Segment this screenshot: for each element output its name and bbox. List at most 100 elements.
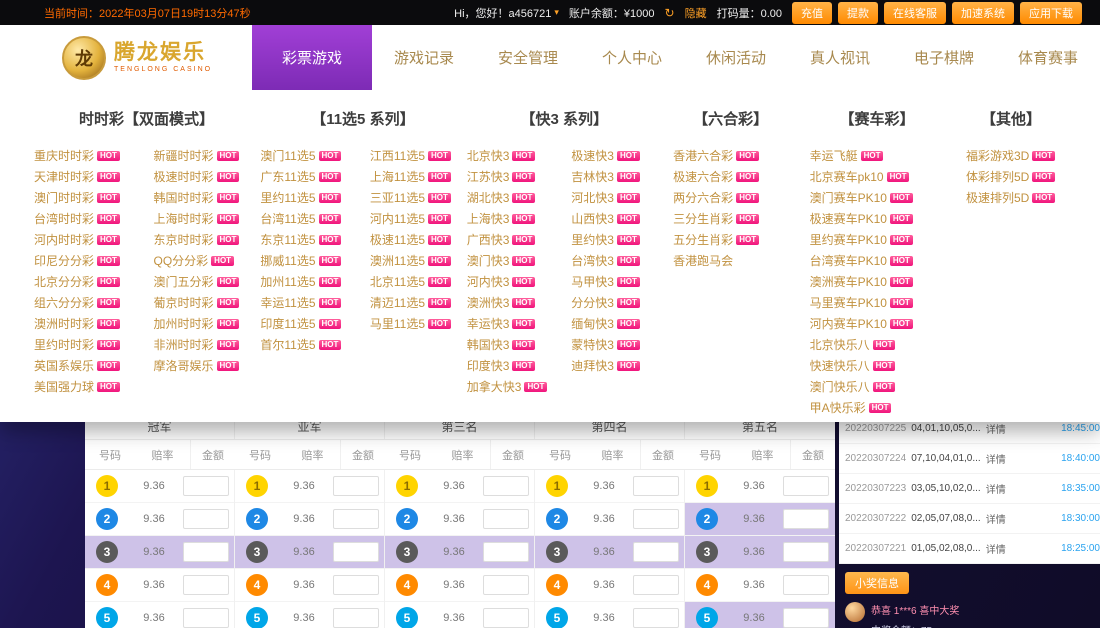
lottery-link[interactable]: 三亚11选5HOT (370, 189, 466, 206)
lottery-link[interactable]: 幸运11选5HOT (260, 294, 356, 311)
lottery-link[interactable]: 香港六合彩HOT (673, 147, 798, 164)
amount-input[interactable] (783, 476, 829, 496)
lottery-link[interactable]: 加拿大快3HOT (467, 378, 558, 395)
lottery-link[interactable]: 广东11选5HOT (260, 168, 356, 185)
lottery-link[interactable]: 五分生肖彩HOT (673, 231, 798, 248)
lottery-link[interactable]: 江苏快3HOT (467, 168, 558, 185)
bet-row[interactable]: 1 9.36 (235, 470, 384, 503)
bet-row[interactable]: 4 9.36 (535, 569, 684, 602)
lottery-link[interactable]: 北京分分彩HOT (34, 273, 140, 290)
lottery-link[interactable]: 北京快3HOT (467, 147, 558, 164)
amount-input[interactable] (483, 575, 529, 595)
amount-input[interactable] (783, 608, 829, 628)
logo[interactable]: 龙 腾龙娱乐 TENGLONG CASINO (62, 36, 252, 80)
amount-input[interactable] (183, 542, 229, 562)
lottery-link[interactable]: 吉林快3HOT (571, 168, 662, 185)
lottery-link[interactable]: 福彩游戏3DHOT (966, 147, 1066, 164)
bet-row[interactable]: 4 9.36 (85, 569, 234, 602)
nav-item[interactable]: 电子棋牌 (892, 25, 996, 90)
detail-link[interactable]: 详情 (986, 481, 1006, 496)
bet-row[interactable]: 2 9.36 (685, 503, 835, 536)
lottery-link[interactable]: 两分六合彩HOT (673, 189, 798, 206)
amount-input[interactable] (183, 575, 229, 595)
nav-item[interactable]: 游戏记录 (372, 25, 476, 90)
lottery-link[interactable]: 河内赛车PK10HOT (810, 315, 955, 332)
amount-input[interactable] (633, 509, 679, 529)
amount-input[interactable] (333, 476, 379, 496)
amount-input[interactable] (633, 476, 679, 496)
amount-input[interactable] (333, 542, 379, 562)
lottery-link[interactable]: 印尼分分彩HOT (34, 252, 140, 269)
lottery-link[interactable]: 缅甸快3HOT (571, 315, 662, 332)
lottery-link[interactable]: 广西快3HOT (467, 231, 558, 248)
lottery-link[interactable]: 澳门赛车PK10HOT (810, 189, 955, 206)
lottery-link[interactable]: 迪拜快3HOT (571, 357, 662, 374)
lottery-link[interactable]: 体彩排列5DHOT (966, 168, 1066, 185)
lottery-link[interactable]: 蒙特快3HOT (571, 336, 662, 353)
lottery-link[interactable]: 挪威11选5HOT (260, 252, 356, 269)
topbar-button[interactable]: 提款 (838, 2, 878, 24)
lottery-link[interactable]: 北京11选5HOT (370, 273, 466, 290)
lottery-link[interactable]: 马里11选5HOT (370, 315, 466, 332)
lottery-link[interactable]: 台湾时时彩HOT (34, 210, 140, 227)
lottery-link[interactable]: 东京11选5HOT (260, 231, 356, 248)
bet-row[interactable]: 2 9.36 (535, 503, 684, 536)
lottery-link[interactable]: 极速快3HOT (571, 147, 662, 164)
lottery-link[interactable]: 上海11选5HOT (370, 168, 466, 185)
amount-input[interactable] (633, 542, 679, 562)
lottery-link[interactable]: 里约快3HOT (571, 231, 662, 248)
lottery-link[interactable]: 重庆时时彩HOT (34, 147, 140, 164)
lottery-link[interactable]: 山西快3HOT (571, 210, 662, 227)
nav-item[interactable]: 真人视讯 (788, 25, 892, 90)
nav-item[interactable]: 安全管理 (476, 25, 580, 90)
lottery-link[interactable]: 湖北快3HOT (467, 189, 558, 206)
lottery-link[interactable]: 分分快3HOT (571, 294, 662, 311)
lottery-link[interactable]: 美国强力球HOT (34, 378, 140, 395)
lottery-link[interactable]: 三分生肖彩HOT (673, 210, 798, 227)
nav-item[interactable]: 体育赛事 (996, 25, 1100, 90)
lottery-link[interactable]: 幸运飞艇HOT (810, 147, 955, 164)
nav-item[interactable]: 彩票游戏 (252, 25, 372, 90)
amount-input[interactable] (483, 608, 529, 628)
lottery-link[interactable]: 摩洛哥娱乐HOT (154, 357, 260, 374)
lottery-link[interactable]: 甲A快乐彩HOT (810, 399, 955, 416)
lottery-link[interactable]: 上海时时彩HOT (154, 210, 260, 227)
lottery-link[interactable]: 台湾11选5HOT (260, 210, 356, 227)
lottery-link[interactable]: 首尔11选5HOT (260, 336, 356, 353)
lottery-link[interactable]: 澳洲赛车PK10HOT (810, 273, 955, 290)
lottery-link[interactable]: 幸运快3HOT (467, 315, 558, 332)
lottery-link[interactable]: 里约11选5HOT (260, 189, 356, 206)
user-greeting[interactable]: Hi，您好！a456721 ▾ (454, 5, 559, 21)
lottery-link[interactable]: 澳门时时彩HOT (34, 189, 140, 206)
lottery-link[interactable]: 韩国快3HOT (467, 336, 558, 353)
lottery-link[interactable]: 加州时时彩HOT (154, 315, 260, 332)
detail-link[interactable]: 详情 (986, 421, 1006, 436)
bet-row[interactable]: 5 9.36 (685, 602, 835, 628)
lottery-link[interactable]: 河北快3HOT (571, 189, 662, 206)
lottery-link[interactable]: 澳洲11选5HOT (370, 252, 466, 269)
amount-input[interactable] (333, 575, 379, 595)
bet-row[interactable]: 3 9.36 (385, 536, 534, 569)
detail-link[interactable]: 详情 (986, 511, 1006, 526)
lottery-link[interactable]: 澳门快3HOT (467, 252, 558, 269)
bet-row[interactable]: 5 9.36 (85, 602, 234, 628)
bet-row[interactable]: 3 9.36 (235, 536, 384, 569)
lottery-link[interactable]: 新疆时时彩HOT (154, 147, 260, 164)
bet-row[interactable]: 3 9.36 (535, 536, 684, 569)
lottery-link[interactable]: 极速时时彩HOT (154, 168, 260, 185)
topbar-button[interactable]: 加速系统 (952, 2, 1014, 24)
lottery-link[interactable]: 河内11选5HOT (370, 210, 466, 227)
lottery-link[interactable]: 极速排列5DHOT (966, 189, 1066, 206)
lottery-link[interactable]: 马里赛车PK10HOT (810, 294, 955, 311)
amount-input[interactable] (633, 608, 679, 628)
detail-link[interactable]: 详情 (986, 451, 1006, 466)
lottery-link[interactable]: 韩国时时彩HOT (154, 189, 260, 206)
bet-row[interactable]: 4 9.36 (385, 569, 534, 602)
lottery-link[interactable]: 河内时时彩HOT (34, 231, 140, 248)
lottery-link[interactable]: 清迈11选5HOT (370, 294, 466, 311)
bet-row[interactable]: 3 9.36 (85, 536, 234, 569)
amount-input[interactable] (783, 542, 829, 562)
lottery-link[interactable]: 印度11选5HOT (260, 315, 356, 332)
bet-row[interactable]: 3 9.36 (685, 536, 835, 569)
bet-row[interactable]: 4 9.36 (235, 569, 384, 602)
